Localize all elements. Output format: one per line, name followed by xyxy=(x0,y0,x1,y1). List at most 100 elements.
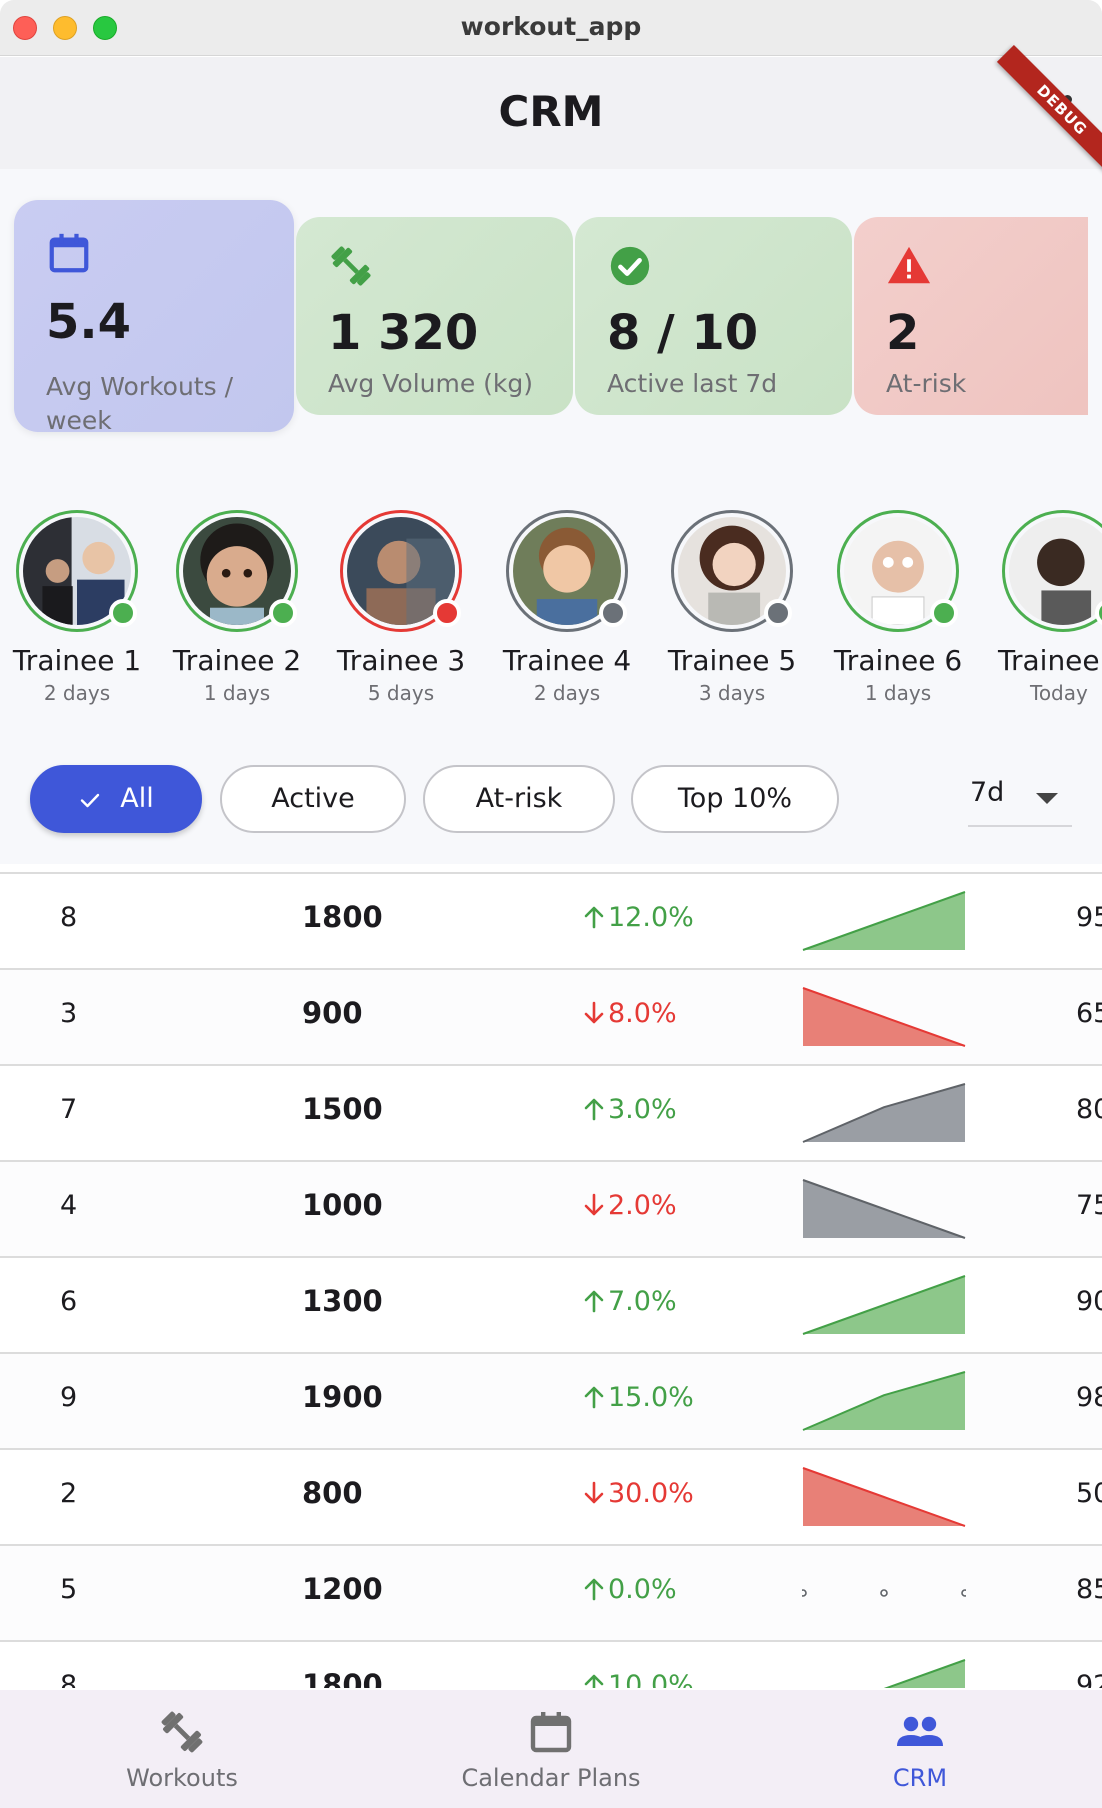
chip-label: Top 10% xyxy=(677,783,793,814)
trainee-card[interactable]: Trainee 5 3 days xyxy=(657,510,807,705)
change-cell: 8.0% xyxy=(582,998,677,1029)
avatar[interactable] xyxy=(1002,510,1102,632)
change-value: 10.0% xyxy=(608,1670,694,1688)
workouts-cell: 8 xyxy=(60,1670,78,1688)
nav-item-workouts[interactable]: Workouts xyxy=(32,1708,332,1792)
change-value: 0.0% xyxy=(608,1574,677,1605)
kpi-card-active[interactable]: 8 / 10 Active last 7d xyxy=(575,217,852,415)
change-value: 7.0% xyxy=(608,1286,677,1317)
workouts-cell: 2 xyxy=(60,1478,78,1509)
arrow-up-icon xyxy=(584,1290,604,1313)
trainee-name: Trainee 2 xyxy=(172,644,302,677)
nav-label: Calendar Plans xyxy=(461,1764,641,1792)
volume-cell: 1000 xyxy=(302,1188,383,1222)
change-cell: 0.0% xyxy=(582,1574,677,1605)
page-title: CRM xyxy=(498,87,604,136)
trainee-card[interactable]: Trainee 4 2 days xyxy=(492,510,642,705)
trainee-name: Trainee 4 xyxy=(502,644,632,677)
kpi-strip[interactable]: 5.4 Avg Workouts / week 1 320 Avg Volume… xyxy=(0,169,1102,469)
avatar[interactable] xyxy=(837,510,959,632)
table-row[interactable]: 4 1000 2.0% 75 xyxy=(0,1162,1102,1258)
change-cell: 30.0% xyxy=(582,1478,694,1509)
filter-chip-active[interactable]: Active xyxy=(220,765,406,833)
table-row[interactable]: 9 1900 15.0% 98 xyxy=(0,1354,1102,1450)
trainee-name: Trainee 1 xyxy=(12,644,142,677)
kpi-card-at-risk[interactable]: 2 At-risk xyxy=(854,217,1102,415)
kpi-card-avg-volume[interactable]: 1 320 Avg Volume (kg) xyxy=(296,217,573,415)
arrow-down-icon xyxy=(584,1481,604,1504)
trainee-card[interactable]: Trainee 6 1 days xyxy=(823,510,973,705)
trend-sparkline xyxy=(802,1179,966,1239)
period-value: 7d xyxy=(970,777,1005,808)
chip-label: Active xyxy=(271,783,355,814)
avatar[interactable] xyxy=(340,510,462,632)
trend-sparkline xyxy=(802,891,966,951)
kpi-label: Avg Volume (kg) xyxy=(328,369,534,398)
filter-chip-all[interactable]: All xyxy=(30,765,202,833)
trainee-card[interactable]: Trainee 1 2 days xyxy=(2,510,152,705)
change-value: 8.0% xyxy=(608,998,677,1029)
arrow-down-icon xyxy=(584,1193,604,1216)
dropdown-arrow-icon xyxy=(1036,793,1058,804)
table-row[interactable]: 7 1500 3.0% 80 xyxy=(0,1066,1102,1162)
dumbbell-icon xyxy=(161,1711,203,1753)
avatar[interactable] xyxy=(671,510,793,632)
trend-sparkline xyxy=(883,1659,966,1688)
period-dropdown[interactable]: 7d xyxy=(968,769,1072,827)
kpi-label: At-risk xyxy=(886,369,967,398)
change-cell: 10.0% xyxy=(582,1670,694,1688)
nav-item-calendar-plans[interactable]: Calendar Plans xyxy=(401,1708,701,1792)
chip-label: All xyxy=(120,783,154,814)
trainee-card[interactable]: Trainee 2 1 days xyxy=(162,510,312,705)
table-row[interactable]: 6 1300 7.0% 90 xyxy=(0,1258,1102,1354)
change-cell: 7.0% xyxy=(582,1286,677,1317)
kpi-label: Active last 7d xyxy=(607,369,778,398)
bottom-navigation: Workouts Calendar Plans CRM xyxy=(0,1690,1102,1808)
avatar[interactable] xyxy=(176,510,298,632)
workouts-cell: 7 xyxy=(60,1094,78,1125)
avatar[interactable] xyxy=(506,510,628,632)
kpi-card-avg-workouts[interactable]: 5.4 Avg Workouts / week xyxy=(14,200,294,432)
sparkline-point xyxy=(961,1589,966,1597)
volume-cell: 1900 xyxy=(302,1380,383,1414)
workouts-cell: 6 xyxy=(60,1286,78,1317)
table-row[interactable]: 3 900 8.0% 65 xyxy=(0,970,1102,1066)
trainee-name: Trainee 5 xyxy=(667,644,797,677)
check-icon xyxy=(81,793,100,807)
volume-cell: 1500 xyxy=(302,1092,383,1126)
filter-chip-top-10[interactable]: Top 10% xyxy=(631,765,839,833)
status-dot xyxy=(599,599,627,627)
arrow-up-icon xyxy=(584,1386,604,1409)
trend-sparkline xyxy=(802,1083,966,1143)
arrow-up-icon xyxy=(584,1674,604,1688)
kpi-label: Avg Workouts / week xyxy=(46,372,233,432)
table-row[interactable]: 2 800 30.0% 50 xyxy=(0,1450,1102,1546)
status-dot xyxy=(109,599,137,627)
arrow-up-icon xyxy=(584,1578,604,1601)
window-title: workout_app xyxy=(460,12,642,41)
change-value: 12.0% xyxy=(608,902,694,933)
arrow-up-icon xyxy=(584,906,604,929)
table-row[interactable]: 5 1200 0.0% 85 xyxy=(0,1546,1102,1642)
nav-item-crm[interactable]: CRM xyxy=(770,1708,1070,1792)
score-cell: 75 xyxy=(1076,1190,1102,1221)
trainee-last-active: 2 days xyxy=(43,681,111,705)
trainee-card[interactable]: Trainee Today xyxy=(988,510,1102,705)
table-row[interactable]: 8 1800 10.0% 92 xyxy=(0,1642,1102,1688)
kpi-value: 1 320 xyxy=(328,305,479,361)
table-row[interactable]: 8 1800 12.0% 95 xyxy=(0,874,1102,970)
change-value: 30.0% xyxy=(608,1478,694,1509)
trainee-last-active: 2 days xyxy=(533,681,601,705)
avatar[interactable] xyxy=(16,510,138,632)
trainee-table[interactable]: 8180012.0%9539008.0%65715003.0%80410002.… xyxy=(0,872,1102,1688)
trainee-name: Trainee 3 xyxy=(336,644,466,677)
workouts-cell: 5 xyxy=(60,1574,78,1605)
change-value: 2.0% xyxy=(608,1190,677,1221)
trend-sparkline xyxy=(802,987,966,1047)
calendar-icon xyxy=(530,1712,572,1753)
change-value: 15.0% xyxy=(608,1382,694,1413)
trainee-card[interactable]: Trainee 3 5 days xyxy=(326,510,476,705)
nav-label: Workouts xyxy=(126,1764,238,1792)
filter-chip-at-risk[interactable]: At-risk xyxy=(423,765,615,833)
kpi-value: 8 / 10 xyxy=(607,305,759,361)
